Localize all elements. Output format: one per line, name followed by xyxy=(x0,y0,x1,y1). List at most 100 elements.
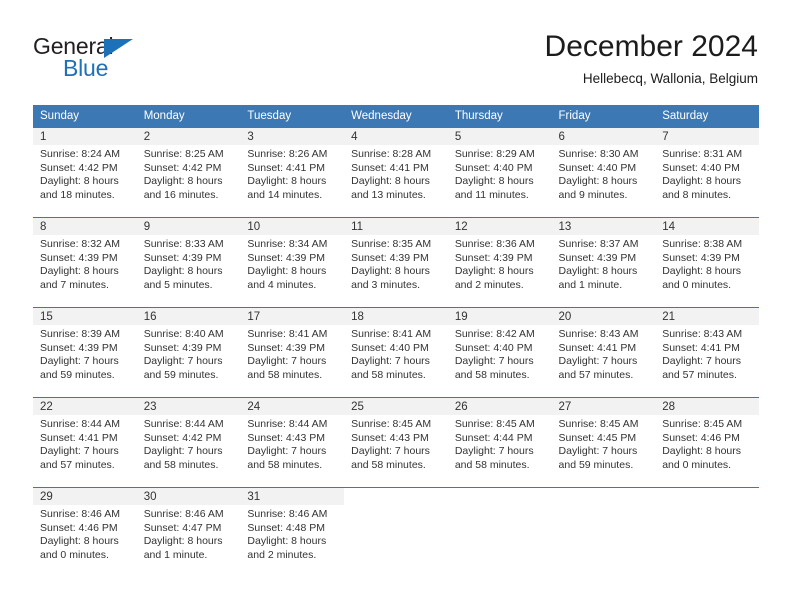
calendar-day[interactable]: 20 Sunrise: 8:43 AM Sunset: 4:41 PM Dayligh… xyxy=(551,307,656,397)
calendar-day[interactable]: 12 Sunrise: 8:36 AM Sunset: 4:39 PM Dayligh… xyxy=(447,217,552,307)
sunset-time: Sunset: 4:48 PM xyxy=(247,521,326,534)
calendar-cell: 31 Sunrise: 8:46 AM Sunset: 4:48 PM Dayligh… xyxy=(240,487,345,577)
calendar-week-row: 29 Sunrise: 8:46 AM Sunset: 4:46 PM Dayligh… xyxy=(33,487,759,577)
calendar-cell: 20 Sunrise: 8:43 AM Sunset: 4:41 PM Dayligh… xyxy=(551,307,656,397)
day-details: Sunrise: 8:32 AM Sunset: 4:39 PM Daylight:… xyxy=(33,235,137,292)
day-details: Sunrise: 8:37 AM Sunset: 4:39 PM Daylight:… xyxy=(552,235,656,292)
calendar-day[interactable]: 1 Sunrise: 8:24 AM Sunset: 4:42 PM Daylight… xyxy=(33,127,137,217)
location-subtitle: Hellebecq, Wallonia, Belgium xyxy=(582,71,758,86)
calendar-cell xyxy=(551,487,656,577)
day-number: 14 xyxy=(655,218,759,235)
calendar-cell: 24 Sunrise: 8:44 AM Sunset: 4:43 PM Dayligh… xyxy=(240,397,345,487)
sunset-time: Sunset: 4:41 PM xyxy=(662,341,740,354)
daylight-duration-line1: Daylight: 8 hours xyxy=(40,175,119,188)
sunset-time: Sunset: 4:39 PM xyxy=(247,251,326,264)
daylight-duration-line2: and 1 minute. xyxy=(558,278,623,291)
day-number: 1 xyxy=(33,128,137,145)
calendar-day[interactable]: 17 Sunrise: 8:41 AM Sunset: 4:39 PM Dayligh… xyxy=(240,307,345,397)
daylight-duration-line1: Daylight: 7 hours xyxy=(40,355,119,368)
calendar-day[interactable]: 22 Sunrise: 8:44 AM Sunset: 4:41 PM Dayligh… xyxy=(33,397,137,487)
calendar-day[interactable]: 24 Sunrise: 8:44 AM Sunset: 4:43 PM Dayligh… xyxy=(240,397,345,487)
sunset-time: Sunset: 4:39 PM xyxy=(558,251,637,264)
day-details: Sunrise: 8:33 AM Sunset: 4:39 PM Daylight:… xyxy=(137,235,241,292)
day-details xyxy=(344,505,448,508)
calendar-day[interactable]: 28 Sunrise: 8:45 AM Sunset: 4:46 PM Dayligh… xyxy=(655,397,759,487)
daylight-duration-line1: Daylight: 8 hours xyxy=(143,535,223,548)
sunrise-time: Sunrise: 8:25 AM xyxy=(143,148,224,160)
sunset-time: Sunset: 4:45 PM xyxy=(558,431,637,444)
daylight-duration-line2: and 9 minutes. xyxy=(558,188,628,201)
calendar-cell: 15 Sunrise: 8:39 AM Sunset: 4:39 PM Dayligh… xyxy=(33,307,137,397)
day-details: Sunrise: 8:30 AM Sunset: 4:40 PM Daylight:… xyxy=(552,145,656,202)
calendar-day-empty xyxy=(655,487,759,577)
calendar-week-row: 15 Sunrise: 8:39 AM Sunset: 4:39 PM Dayligh… xyxy=(33,307,759,397)
calendar-cell: 1 Sunrise: 8:24 AM Sunset: 4:42 PM Daylight… xyxy=(33,127,137,217)
calendar-day[interactable]: 21 Sunrise: 8:43 AM Sunset: 4:41 PM Dayligh… xyxy=(655,307,759,397)
sunrise-time: Sunrise: 8:41 AM xyxy=(247,328,328,340)
calendar-day[interactable]: 19 Sunrise: 8:42 AM Sunset: 4:40 PM Dayligh… xyxy=(447,307,552,397)
sunrise-time: Sunrise: 8:29 AM xyxy=(454,148,535,160)
calendar-day[interactable]: 14 Sunrise: 8:38 AM Sunset: 4:39 PM Dayligh… xyxy=(655,217,759,307)
sunrise-time: Sunrise: 8:28 AM xyxy=(351,148,432,160)
calendar-day[interactable]: 3 Sunrise: 8:26 AM Sunset: 4:41 PM Daylight… xyxy=(240,127,345,217)
day-details: Sunrise: 8:45 AM Sunset: 4:43 PM Daylight:… xyxy=(344,415,448,472)
day-details: Sunrise: 8:41 AM Sunset: 4:40 PM Daylight:… xyxy=(344,325,448,382)
sunrise-time: Sunrise: 8:31 AM xyxy=(662,148,743,160)
weekday-header-sunday: Sunday xyxy=(33,105,137,127)
day-number: 30 xyxy=(136,488,241,505)
daylight-duration-line2: and 58 minutes. xyxy=(143,458,219,471)
daylight-duration-line1: Daylight: 7 hours xyxy=(351,445,430,458)
calendar-cell xyxy=(447,487,552,577)
calendar-day[interactable]: 31 Sunrise: 8:46 AM Sunset: 4:48 PM Dayligh… xyxy=(240,487,345,577)
sunrise-time: Sunrise: 8:36 AM xyxy=(454,238,535,250)
calendar-day[interactable]: 11 Sunrise: 8:35 AM Sunset: 4:39 PM Dayligh… xyxy=(344,217,448,307)
sunset-time: Sunset: 4:40 PM xyxy=(454,341,533,354)
sunrise-time: Sunrise: 8:30 AM xyxy=(558,148,639,160)
daylight-duration-line1: Daylight: 8 hours xyxy=(247,535,327,548)
day-number: 18 xyxy=(344,308,448,325)
sunset-time: Sunset: 4:39 PM xyxy=(454,251,533,264)
day-number: 22 xyxy=(33,398,137,415)
calendar-day[interactable]: 2 Sunrise: 8:25 AM Sunset: 4:42 PM Daylight… xyxy=(136,127,241,217)
daylight-duration-line2: and 13 minutes. xyxy=(351,188,426,201)
calendar-cell: 26 Sunrise: 8:45 AM Sunset: 4:44 PM Dayligh… xyxy=(447,397,552,487)
calendar-day[interactable]: 4 Sunrise: 8:28 AM Sunset: 4:41 PM Daylight… xyxy=(344,127,448,217)
daylight-duration-line2: and 0 minutes. xyxy=(662,458,732,471)
calendar-week-row: 8 Sunrise: 8:32 AM Sunset: 4:39 PM Daylight… xyxy=(33,217,759,307)
calendar-day[interactable]: 23 Sunrise: 8:44 AM Sunset: 4:42 PM Dayligh… xyxy=(136,397,241,487)
calendar-day[interactable]: 9 Sunrise: 8:33 AM Sunset: 4:39 PM Daylight… xyxy=(136,217,241,307)
sunrise-sunset-calendar: Sunday Monday Tuesday Wednesday Thursday… xyxy=(33,105,759,577)
sunset-time: Sunset: 4:46 PM xyxy=(40,521,118,534)
calendar-day[interactable]: 15 Sunrise: 8:39 AM Sunset: 4:39 PM Dayligh… xyxy=(33,307,137,397)
day-details: Sunrise: 8:45 AM Sunset: 4:45 PM Daylight:… xyxy=(552,415,656,472)
calendar-day[interactable]: 25 Sunrise: 8:45 AM Sunset: 4:43 PM Dayligh… xyxy=(344,397,448,487)
calendar-day[interactable]: 6 Sunrise: 8:30 AM Sunset: 4:40 PM Daylight… xyxy=(551,127,656,217)
daylight-duration-line2: and 58 minutes. xyxy=(247,368,323,381)
day-number: 9 xyxy=(136,218,241,235)
calendar-day[interactable]: 5 Sunrise: 8:29 AM Sunset: 4:40 PM Daylight… xyxy=(447,127,552,217)
calendar-day[interactable]: 26 Sunrise: 8:45 AM Sunset: 4:44 PM Dayligh… xyxy=(447,397,552,487)
calendar-day[interactable]: 29 Sunrise: 8:46 AM Sunset: 4:46 PM Dayligh… xyxy=(33,487,137,577)
sunrise-time: Sunrise: 8:45 AM xyxy=(351,418,432,430)
calendar-day[interactable]: 18 Sunrise: 8:41 AM Sunset: 4:40 PM Dayligh… xyxy=(344,307,448,397)
calendar-day[interactable]: 8 Sunrise: 8:32 AM Sunset: 4:39 PM Daylight… xyxy=(33,217,137,307)
sunrise-time: Sunrise: 8:44 AM xyxy=(247,418,328,430)
daylight-duration-line2: and 57 minutes. xyxy=(40,458,115,471)
calendar-week-row: 1 Sunrise: 8:24 AM Sunset: 4:42 PM Daylight… xyxy=(33,127,759,217)
calendar-day-empty xyxy=(344,487,448,577)
calendar-day[interactable]: 30 Sunrise: 8:46 AM Sunset: 4:47 PM Dayligh… xyxy=(136,487,241,577)
calendar-day[interactable]: 16 Sunrise: 8:40 AM Sunset: 4:39 PM Dayligh… xyxy=(136,307,241,397)
daylight-duration-line1: Daylight: 8 hours xyxy=(143,265,223,278)
calendar-day[interactable]: 7 Sunrise: 8:31 AM Sunset: 4:40 PM Daylight… xyxy=(655,127,759,217)
sunset-time: Sunset: 4:41 PM xyxy=(351,161,429,174)
day-number: 25 xyxy=(344,398,448,415)
calendar-cell: 12 Sunrise: 8:36 AM Sunset: 4:39 PM Dayligh… xyxy=(447,217,552,307)
daylight-duration-line1: Daylight: 7 hours xyxy=(558,355,638,368)
daylight-duration-line1: Daylight: 8 hours xyxy=(351,265,430,278)
calendar-day[interactable]: 10 Sunrise: 8:34 AM Sunset: 4:39 PM Dayligh… xyxy=(240,217,345,307)
calendar-day[interactable]: 27 Sunrise: 8:45 AM Sunset: 4:45 PM Dayligh… xyxy=(551,397,656,487)
calendar-day[interactable]: 13 Sunrise: 8:37 AM Sunset: 4:39 PM Dayligh… xyxy=(551,217,656,307)
day-details: Sunrise: 8:46 AM Sunset: 4:46 PM Daylight:… xyxy=(33,505,137,562)
calendar-cell: 18 Sunrise: 8:41 AM Sunset: 4:40 PM Dayligh… xyxy=(344,307,448,397)
calendar-page: General Blue December 2024 Hellebecq, Wa… xyxy=(0,0,792,612)
